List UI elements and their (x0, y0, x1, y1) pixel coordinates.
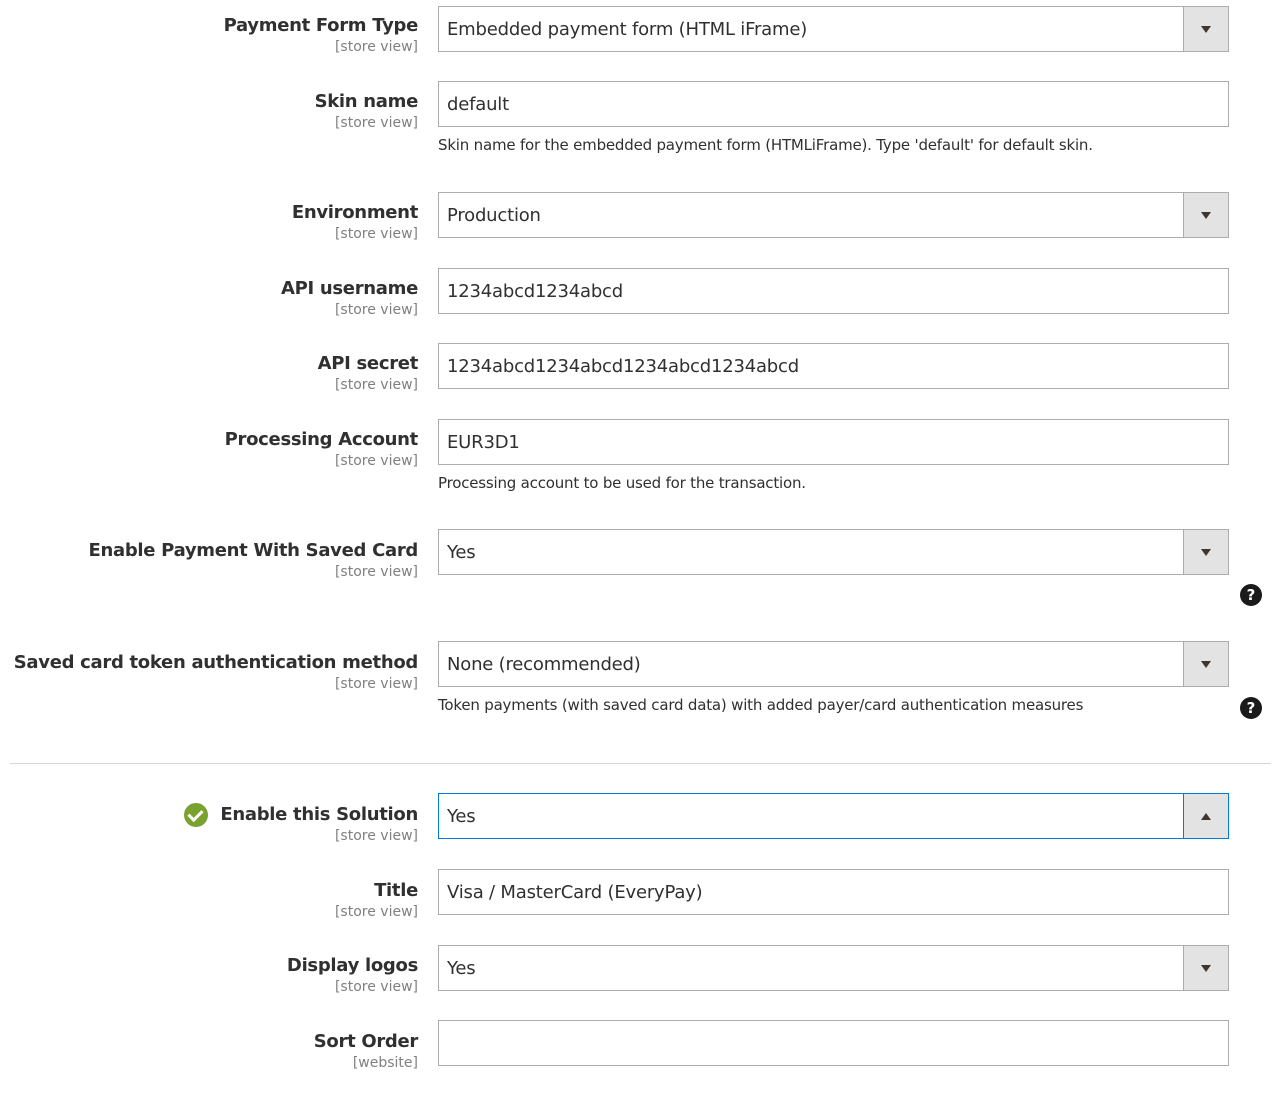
field-label-block: Skin name [store view] (314, 90, 419, 132)
display-logos-select[interactable]: Yes (438, 945, 1229, 991)
chevron-up-icon (1201, 812, 1211, 820)
skin-name-note: Skin name for the embedded payment form … (438, 136, 1093, 154)
field-label-block: Saved card token authentication method [… (13, 651, 419, 693)
enable-solution-scope: [store view] (334, 828, 418, 844)
token-auth-method-scope: [store view] (334, 676, 418, 692)
title-scope: [store view] (334, 904, 418, 920)
display-logos-label: Display logos (286, 955, 418, 976)
dropdown-toggle[interactable] (1183, 7, 1228, 51)
help-icon[interactable]: ? (1240, 584, 1262, 606)
processing-account-value: EUR3D1 (447, 431, 520, 453)
display-logos-value: Yes (447, 957, 476, 979)
enable-solution-label: Enable this Solution (220, 804, 418, 825)
chevron-down-icon (1201, 964, 1211, 972)
field-label-block: Environment [store view] (292, 201, 418, 243)
chevron-down-icon (1201, 548, 1211, 556)
chevron-down-icon (1201, 660, 1211, 668)
token-auth-method-label: Saved card token authentication method (13, 652, 419, 673)
processing-account-scope: [store view] (334, 453, 418, 469)
payment-form-type-scope: [store view] (334, 39, 418, 55)
enable-saved-card-scope: [store view] (334, 564, 418, 580)
environment-label: Environment (291, 202, 418, 223)
sort-order-label: Sort Order (313, 1031, 419, 1052)
enable-saved-card-label: Enable Payment With Saved Card (88, 540, 418, 561)
field-label-block: Sort Order [website] (313, 1030, 419, 1072)
api-username-value: 1234abcd1234abcd (447, 280, 623, 302)
enable-solution-value: Yes (447, 805, 476, 827)
field-label-block: API username [store view] (281, 277, 418, 319)
api-username-label: API username (280, 278, 418, 299)
skin-name-scope: [store view] (334, 115, 418, 131)
payment-form-type-select[interactable]: Embedded payment form (HTML iFrame) (438, 6, 1229, 52)
enable-saved-card-value: Yes (447, 541, 476, 563)
api-secret-scope: [store view] (334, 377, 418, 393)
field-label-block: Processing Account [store view] (224, 428, 419, 470)
field-label-block: Payment Form Type [store view] (223, 14, 419, 56)
api-username-scope: [store view] (334, 302, 418, 318)
processing-account-input[interactable]: EUR3D1 (438, 419, 1229, 465)
check-circle-icon (184, 803, 209, 827)
payment-form-type-value: Embedded payment form (HTML iFrame) (447, 18, 808, 40)
chevron-down-icon (1201, 25, 1211, 33)
dropdown-toggle[interactable] (1183, 642, 1228, 686)
dropdown-toggle[interactable] (1183, 946, 1228, 990)
field-label-block: API secret [store view] (317, 352, 419, 394)
token-auth-method-select[interactable]: None (recommended) (438, 641, 1229, 687)
field-label-block: Enable Payment With Saved Card [store vi… (88, 539, 418, 581)
section-divider (10, 763, 1271, 764)
enable-saved-card-select[interactable]: Yes (438, 529, 1229, 575)
token-auth-method-note: Token payments (with saved card data) wi… (438, 696, 1084, 714)
api-secret-input[interactable]: 1234abcd1234abcd1234abcd1234abcd (438, 343, 1229, 389)
skin-name-input[interactable]: default (438, 81, 1229, 127)
dropdown-toggle[interactable] (1183, 193, 1228, 237)
api-username-input[interactable]: 1234abcd1234abcd (438, 268, 1229, 314)
display-logos-scope: [store view] (334, 979, 418, 995)
dropdown-toggle[interactable] (1183, 530, 1228, 574)
help-icon[interactable]: ? (1240, 697, 1262, 719)
environment-scope: [store view] (334, 226, 418, 242)
payment-form-type-label: Payment Form Type (223, 15, 419, 36)
processing-account-note: Processing account to be used for the tr… (438, 474, 806, 492)
skin-name-value: default (447, 93, 509, 115)
title-value: Visa / MasterCard (EveryPay) (447, 881, 703, 903)
api-secret-value: 1234abcd1234abcd1234abcd1234abcd (447, 355, 799, 377)
field-label-block: Display logos [store view] (287, 954, 418, 996)
environment-value: Production (447, 204, 541, 226)
chevron-down-icon (1201, 211, 1211, 219)
sort-order-scope: [website] (352, 1055, 418, 1071)
skin-name-label: Skin name (314, 91, 419, 112)
field-label-block: Title [store view] (335, 879, 418, 921)
title-label: Title (374, 880, 418, 901)
token-auth-method-value: None (recommended) (447, 653, 641, 675)
enable-solution-label-wrap: Enable this Solution (184, 803, 418, 827)
api-secret-label: API secret (317, 353, 419, 374)
field-label-block: Enable this Solution [store view] (184, 803, 418, 845)
title-input[interactable]: Visa / MasterCard (EveryPay) (438, 869, 1229, 915)
environment-select[interactable]: Production (438, 192, 1229, 238)
processing-account-label: Processing Account (224, 429, 419, 450)
dropdown-toggle[interactable] (1183, 794, 1228, 838)
enable-solution-select[interactable]: Yes (438, 793, 1229, 839)
sort-order-input[interactable] (438, 1020, 1229, 1066)
